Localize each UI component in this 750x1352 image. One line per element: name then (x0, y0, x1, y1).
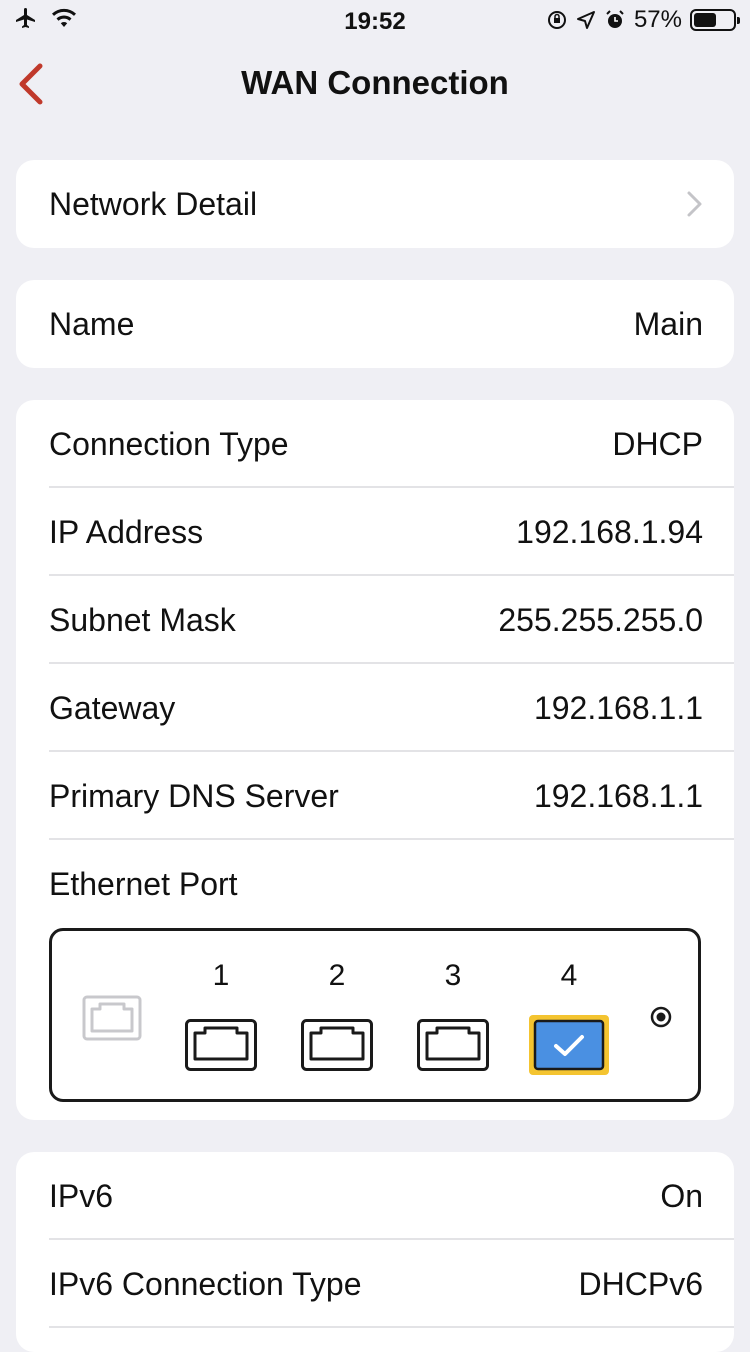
name-row: Name Main (16, 280, 734, 368)
divider (49, 1326, 734, 1328)
port-number-1: 1 (212, 959, 230, 992)
orientation-lock-icon (547, 11, 566, 29)
network-detail-row[interactable]: Network Detail (16, 160, 734, 248)
gateway-value: 192.168.1.1 (533, 690, 703, 726)
ipv6-value: On (660, 1178, 703, 1214)
ethernet-port-selector: 1 2 3 4 (49, 928, 701, 1102)
gateway-label: Gateway (49, 690, 176, 726)
port-2-ethernet-icon[interactable] (301, 1019, 373, 1071)
ipv6-connection-type-row: IPv6 Connection Type DHCPv6 (16, 1240, 734, 1328)
status-bar: 19:52 57% (0, 0, 750, 40)
subnet-mask-label: Subnet Mask (49, 602, 236, 638)
detail-row: Primary DNS Server 192.168.1.1 (16, 752, 734, 840)
detail-row: Connection Type DHCP (16, 400, 734, 488)
port-4-selected-checkmark-icon[interactable] (529, 1015, 609, 1075)
detail-row: Gateway 192.168.1.1 (16, 664, 734, 752)
name-value: Main (633, 306, 703, 342)
ethernet-port-row: Ethernet Port (16, 840, 734, 928)
ethernet-port-label: Ethernet Port (49, 866, 238, 902)
radio-dot-icon[interactable] (650, 1006, 672, 1028)
battery-icon (690, 9, 740, 31)
port-number-2: 2 (328, 959, 346, 992)
port-3-ethernet-icon[interactable] (417, 1019, 489, 1071)
ipv6-connection-type-label: IPv6 Connection Type (49, 1266, 362, 1302)
connection-details-card: Connection Type DHCP IP Address 192.168.… (16, 400, 734, 1120)
port-1-ethernet-icon[interactable] (185, 1019, 257, 1071)
primary-dns-label: Primary DNS Server (49, 778, 339, 814)
connection-type-label: Connection Type (49, 426, 289, 462)
port-number-3: 3 (444, 959, 462, 992)
ipv6-row: IPv6 On (16, 1152, 734, 1240)
port-number-4: 4 (560, 959, 578, 992)
connection-type-value: DHCP (612, 426, 703, 462)
ip-address-value: 192.168.1.94 (516, 514, 703, 550)
detail-row: Subnet Mask 255.255.255.0 (16, 576, 734, 664)
detail-row: IP Address 192.168.1.94 (16, 488, 734, 576)
primary-dns-value: 192.168.1.1 (533, 778, 703, 814)
alarm-icon (606, 10, 624, 28)
network-detail-card[interactable]: Network Detail (16, 160, 734, 248)
ipv6-card: IPv6 On IPv6 Connection Type DHCPv6 (16, 1152, 734, 1352)
subnet-mask-value: 255.255.255.0 (498, 602, 703, 638)
name-card: Name Main (16, 280, 734, 368)
nav-bar: WAN Connection (0, 40, 750, 128)
page-title: WAN Connection (241, 64, 509, 101)
name-label: Name (49, 306, 135, 342)
chevron-right-icon (687, 191, 702, 217)
wan-port-icon (82, 995, 142, 1041)
ipv6-label: IPv6 (49, 1178, 114, 1214)
battery-level (694, 13, 716, 27)
network-detail-label: Network Detail (49, 186, 258, 222)
battery-percent: 57% (633, 6, 682, 33)
ipv6-connection-type-value: DHCPv6 (578, 1266, 703, 1302)
location-arrow-icon (576, 11, 595, 29)
status-right: 57% (546, 6, 740, 34)
ip-address-label: IP Address (49, 514, 204, 550)
